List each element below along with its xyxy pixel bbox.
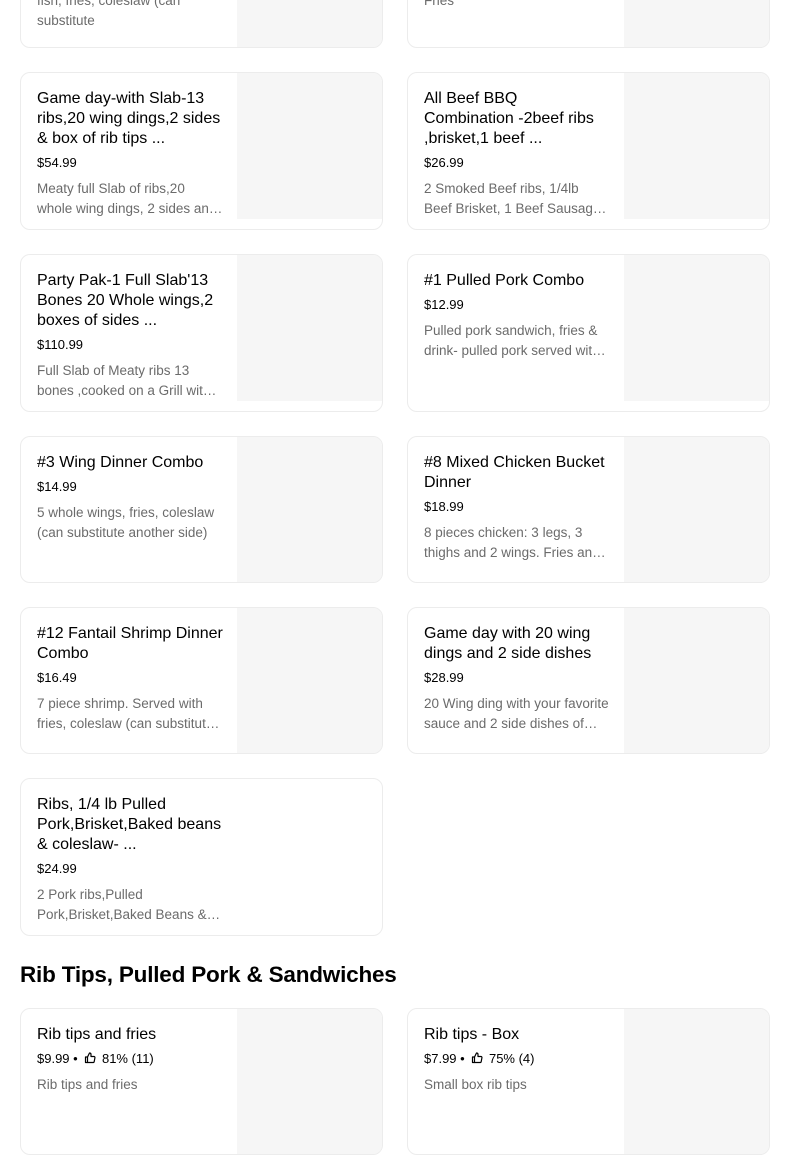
item-price: $24.99 bbox=[37, 861, 77, 876]
menu-item-card[interactable]: Rib tips and fries $9.99 • 81% (11) Rib … bbox=[20, 1008, 383, 1155]
item-description: fish, fries, coleslaw (can substitute bbox=[37, 0, 181, 28]
item-image-placeholder bbox=[624, 608, 769, 753]
item-image-placeholder bbox=[624, 73, 769, 219]
item-title: Game day with 20 wing dings and 2 side d… bbox=[424, 625, 592, 662]
item-price: $28.99 bbox=[424, 670, 464, 685]
menu-item-card[interactable]: #1 Pulled Pork Combo $12.99 Pulled pork … bbox=[407, 254, 770, 412]
item-image-placeholder bbox=[237, 1009, 382, 1154]
item-title: All Beef BBQ Combination -2beef ribs ,br… bbox=[424, 90, 594, 147]
section-title: Rib Tips, Pulled Pork & Sandwiches bbox=[20, 962, 397, 987]
item-image-placeholder bbox=[237, 0, 382, 47]
menu-item-card[interactable]: All Beef BBQ Combination -2beef ribs ,br… bbox=[407, 72, 770, 230]
item-description: Full Slab of Meaty ribs 13 bones ,cooked… bbox=[37, 363, 211, 398]
item-price: $54.99 bbox=[37, 155, 77, 170]
menu-page: fish, fries, coleslaw (can substitute Fr… bbox=[0, 0, 804, 1163]
item-image-placeholder bbox=[237, 73, 382, 219]
item-title: Game day-with Slab-13 ribs,20 wing dings… bbox=[37, 90, 221, 147]
item-image-placeholder bbox=[237, 608, 382, 753]
item-price-row: $7.99 • 75% (4) bbox=[424, 1051, 610, 1067]
item-description: Pulled pork sandwich, fries & drink- pul… bbox=[424, 323, 600, 358]
item-description: 8 pieces chicken: 3 legs, 3 thighs and 2… bbox=[424, 525, 600, 560]
item-price: $18.99 bbox=[424, 499, 464, 514]
item-image-placeholder bbox=[624, 255, 769, 401]
item-price: $9.99 bbox=[37, 1051, 70, 1066]
item-title: Rib tips - Box bbox=[424, 1026, 520, 1043]
item-rating: 75% (4) bbox=[488, 1051, 535, 1066]
item-description: 2 Pork ribs,Pulled Pork,Brisket,Baked Be… bbox=[37, 887, 207, 922]
menu-item-card[interactable]: Game day with 20 wing dings and 2 side d… bbox=[407, 607, 770, 754]
separator-dot: • bbox=[460, 1051, 469, 1066]
menu-item-card[interactable]: Rib tips - Box $7.99 • 75% (4) Small box… bbox=[407, 1008, 770, 1155]
menu-item-card[interactable]: #3 Wing Dinner Combo $14.99 5 whole wing… bbox=[20, 436, 383, 583]
item-price: $110.99 bbox=[37, 337, 84, 352]
item-description: Meaty full Slab of ribs,20 whole wing di… bbox=[37, 181, 217, 216]
item-title: Ribs, 1/4 lb Pulled Pork,Brisket,Baked b… bbox=[37, 796, 222, 853]
item-price: $12.99 bbox=[424, 297, 464, 312]
item-description: Fries bbox=[424, 0, 454, 8]
item-title: Rib tips and fries bbox=[37, 1026, 157, 1043]
menu-item-card[interactable]: #8 Mixed Chicken Bucket Dinner $18.99 8 … bbox=[407, 436, 770, 583]
item-image-placeholder bbox=[624, 437, 769, 582]
item-title: #8 Mixed Chicken Bucket Dinner bbox=[424, 454, 605, 491]
item-title: Party Pak-1 Full Slab'13 Bones 20 Whole … bbox=[37, 272, 214, 329]
item-description: Rib tips and fries bbox=[37, 1077, 138, 1092]
item-image-placeholder bbox=[237, 255, 382, 401]
item-price: $7.99 bbox=[424, 1051, 457, 1066]
menu-item-card[interactable]: fish, fries, coleslaw (can substitute bbox=[20, 0, 383, 48]
item-price: $14.99 bbox=[37, 479, 77, 494]
menu-item-card[interactable]: Party Pak-1 Full Slab'13 Bones 20 Whole … bbox=[20, 254, 383, 412]
item-price: $16.49 bbox=[37, 670, 77, 685]
item-title: #1 Pulled Pork Combo bbox=[424, 272, 585, 289]
item-title: #12 Fantail Shrimp Dinner Combo bbox=[37, 625, 223, 662]
item-rating: 81% (11) bbox=[101, 1051, 154, 1066]
item-price: $26.99 bbox=[424, 155, 464, 170]
item-description: 20 Wing ding with your favorite sauce an… bbox=[424, 696, 609, 731]
menu-item-card[interactable]: Game day-with Slab-13 ribs,20 wing dings… bbox=[20, 72, 383, 230]
item-description: 2 Smoked Beef ribs, 1/4lb Beef Brisket, … bbox=[424, 181, 601, 216]
item-description: Small box rib tips bbox=[424, 1077, 527, 1092]
thumbs-up-icon bbox=[85, 1052, 96, 1064]
item-image-placeholder bbox=[624, 0, 769, 47]
menu-item-card[interactable]: Ribs, 1/4 lb Pulled Pork,Brisket,Baked b… bbox=[20, 778, 383, 936]
item-description: 5 whole wings, fries, coleslaw (can subs… bbox=[37, 505, 215, 540]
item-image-placeholder bbox=[237, 437, 382, 582]
item-image-placeholder bbox=[624, 1009, 769, 1154]
item-description: 7 piece shrimp. Served with fries, coles… bbox=[37, 696, 214, 731]
item-price-row: $9.99 • 81% (11) bbox=[37, 1051, 223, 1067]
separator-dot: • bbox=[73, 1051, 82, 1066]
item-title: #3 Wing Dinner Combo bbox=[37, 454, 204, 471]
menu-item-card[interactable]: #12 Fantail Shrimp Dinner Combo $16.49 7… bbox=[20, 607, 383, 754]
thumbs-up-icon bbox=[472, 1052, 483, 1064]
menu-item-card[interactable]: Fries bbox=[407, 0, 770, 48]
